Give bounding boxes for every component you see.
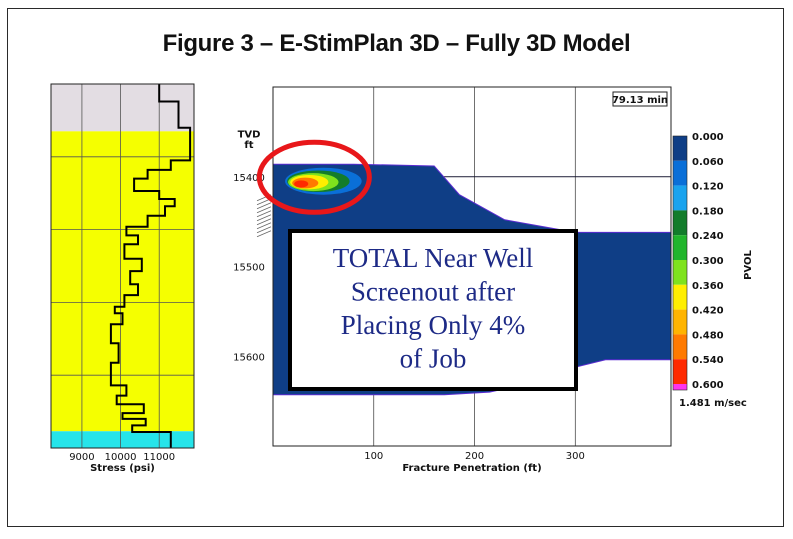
colorbar-tick-label: 0.240	[692, 231, 724, 242]
callout-line: Placing Only 4%	[341, 310, 525, 340]
stress-x-axis-label: Stress (psi)	[90, 463, 155, 474]
lithology-zone	[51, 431, 194, 448]
fracture-y-axis-label-line1: TVD	[238, 129, 261, 140]
colorbar-tick-label: 0.120	[692, 182, 724, 193]
callout-line: Screenout after	[351, 277, 515, 307]
colorbar-segment	[673, 185, 687, 211]
fracture-x-tick-label: 300	[566, 451, 585, 462]
colorbar-segment	[673, 160, 687, 186]
fracture-x-ticks: 100 200 300	[364, 451, 585, 462]
fracture-y-ticks: 154001550015600	[233, 173, 265, 364]
colorbar-segment	[673, 334, 687, 360]
colorbar-segment	[673, 210, 687, 236]
colorbar-tick-label: 0.000	[692, 132, 724, 143]
lithology-zone	[51, 84, 194, 132]
stress-x-ticks: 9000 10000 11000	[69, 452, 175, 463]
colorbar-tick-label: 0.480	[692, 330, 724, 341]
colorbar-tick-label: 0.180	[692, 206, 724, 217]
colorbar-segment	[673, 384, 687, 390]
fracture-y-tick-label: 15600	[233, 352, 265, 363]
callout-line: of Job	[400, 344, 467, 374]
lithology-zones	[51, 84, 194, 448]
colorbar-tick-label: 0.300	[692, 256, 724, 267]
colorbar-segment	[673, 359, 687, 384]
colorbar-segment	[673, 136, 687, 161]
colorbar-segment	[673, 309, 687, 335]
callout-line: TOTAL Near Well	[333, 243, 534, 273]
fracture-x-tick-label: 200	[465, 451, 484, 462]
time-label: 79.13 min	[612, 95, 668, 106]
stress-panel: 9000 10000 11000 Stress (psi)	[50, 83, 195, 474]
colorbar-tick-label: 0.540	[692, 355, 724, 366]
fracture-x-tick-label: 100	[364, 451, 383, 462]
colorbar-tick-label: 0.420	[692, 306, 724, 317]
colorbar-tick-label: 0.360	[692, 281, 724, 292]
fracture-y-axis-label-line2: ft	[244, 140, 253, 151]
colorbar-segment	[673, 235, 687, 260]
fracture-y-tick-label: 15500	[233, 263, 265, 274]
pvol-contour-band	[294, 180, 309, 188]
colorbar-segment	[673, 260, 687, 285]
colorbar-segment	[673, 284, 687, 310]
colorbar-footer: 1.481 m/sec	[679, 398, 747, 409]
colorbar-tick-label: 0.600	[692, 380, 724, 391]
colorbar-tick-label: 0.060	[692, 157, 724, 168]
pvol-hotspot	[285, 167, 362, 195]
perforation-hatch	[256, 194, 272, 238]
colorbar-label: PVOL	[743, 249, 754, 279]
chart-stage: 9000 10000 11000 Stress (psi) 100 200 300 15…	[50, 83, 754, 474]
stress-x-tick-label: 9000	[69, 452, 94, 463]
fracture-panel: 100 200 300 154001550015600 TVD ft Fractur…	[233, 86, 672, 474]
stress-x-tick-label: 10000	[105, 452, 137, 463]
fracture-x-axis-label: Fracture Penetration (ft)	[402, 463, 541, 474]
pvol-colorbar: 0.000 0.060 0.120 0.180 0.240 0.300 0.360 0.420…	[672, 132, 754, 409]
stress-x-tick-label: 11000	[143, 452, 175, 463]
